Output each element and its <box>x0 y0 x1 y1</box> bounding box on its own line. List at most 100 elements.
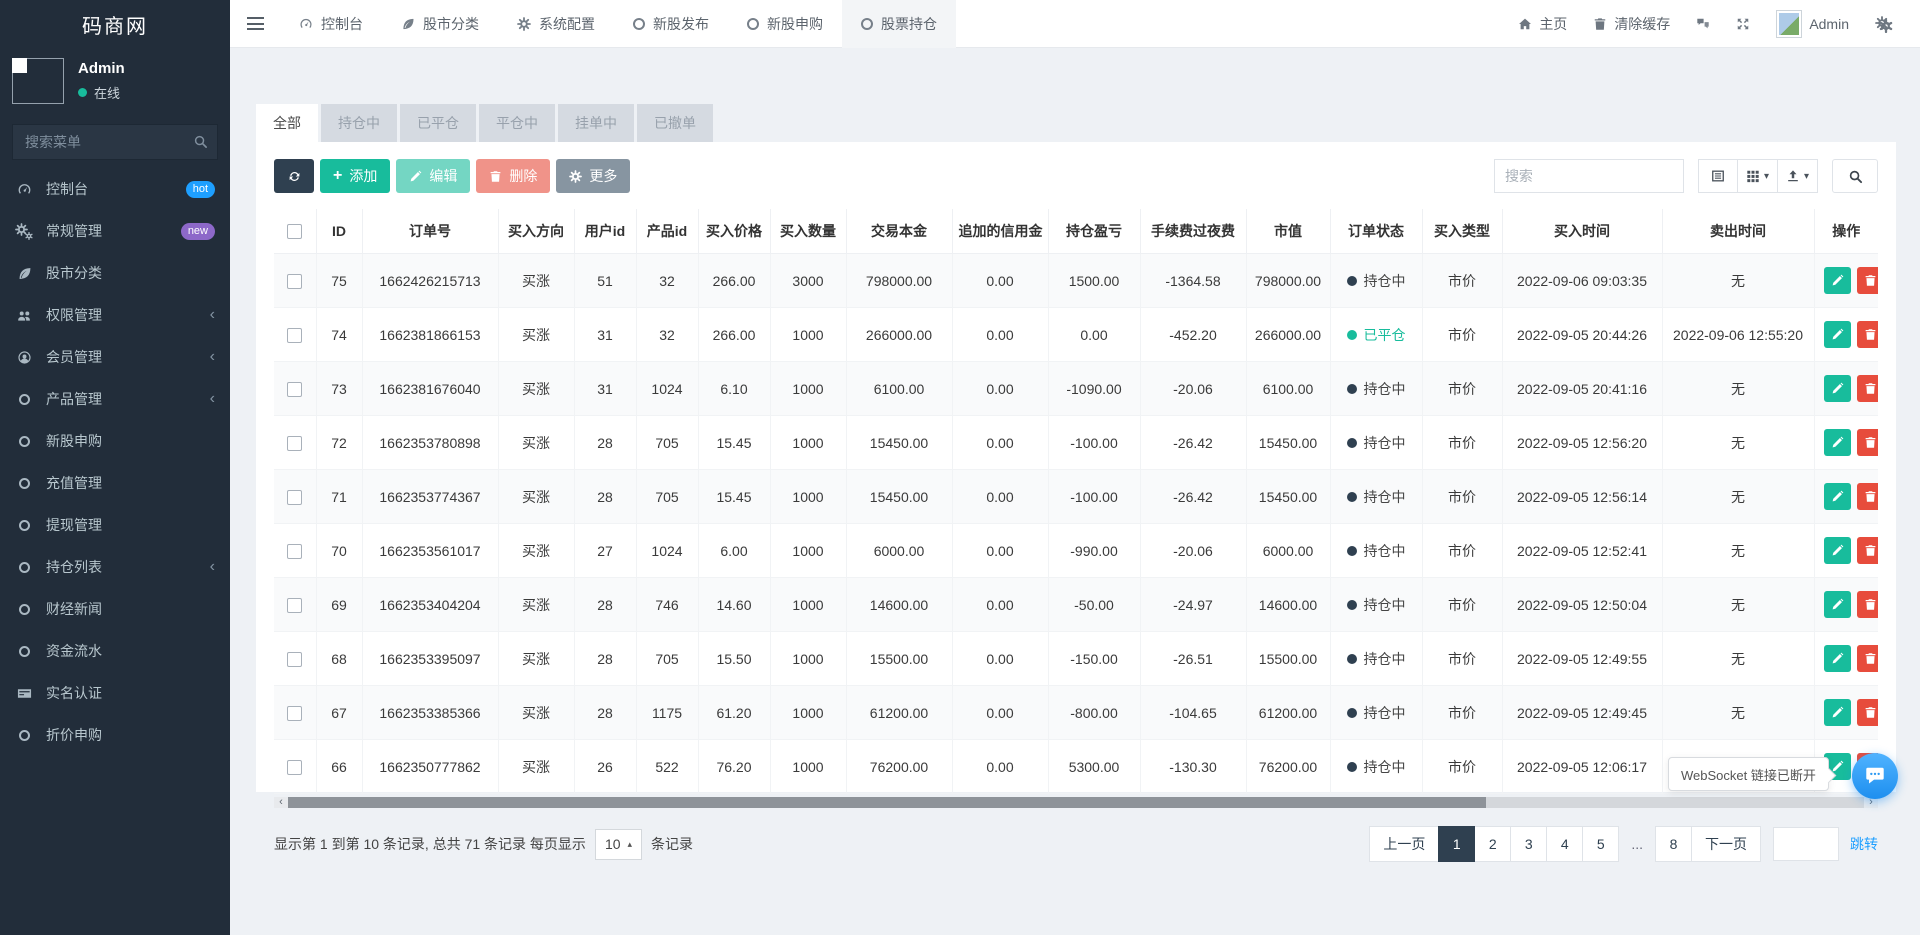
tab-all[interactable]: 全部 <box>256 104 318 142</box>
topnav-ipo-publish[interactable]: 新股发布 <box>614 0 728 48</box>
sidebar-item-dashboard[interactable]: 控制台 hot <box>0 168 230 210</box>
row-delete-button[interactable] <box>1857 375 1879 402</box>
row-delete-button[interactable] <box>1857 699 1879 726</box>
page-button-2[interactable]: 2 <box>1474 826 1511 862</box>
topnav-dashboard[interactable]: 控制台 <box>280 0 382 48</box>
sidebar-item-discount-subscribe[interactable]: 折价申购 <box>0 714 230 756</box>
edit-button[interactable]: 编辑 <box>396 159 470 193</box>
sidebar-item-market-category[interactable]: 股市分类 <box>0 252 230 294</box>
row-edit-button[interactable] <box>1824 537 1851 564</box>
row-delete-button[interactable] <box>1857 537 1879 564</box>
jump-page-button[interactable]: 跳转 <box>1850 834 1878 854</box>
settings-button[interactable] <box>1862 0 1906 48</box>
scrollbar-thumb[interactable] <box>288 797 1486 808</box>
chat-fab-button[interactable] <box>1852 753 1898 799</box>
prev-page-button[interactable]: 上一页 <box>1369 826 1439 862</box>
row-checkbox[interactable] <box>287 706 302 721</box>
row-delete-button[interactable] <box>1857 645 1879 672</box>
sidebar-item-ipo-subscribe[interactable]: 新股申购 <box>0 420 230 462</box>
row-checkbox[interactable] <box>287 274 302 289</box>
scroll-left-icon[interactable]: ‹ <box>274 797 288 808</box>
row-delete-button[interactable] <box>1857 267 1879 294</box>
header-sell-time[interactable]: 卖出时间 <box>1662 209 1814 254</box>
row-delete-button[interactable] <box>1857 483 1879 510</box>
clear-cache-button[interactable]: 清除缓存 <box>1580 0 1683 48</box>
fullscreen-button[interactable] <box>1723 0 1763 48</box>
page-button-4[interactable]: 4 <box>1546 826 1583 862</box>
row-checkbox[interactable] <box>287 760 302 775</box>
header-fee[interactable]: 手续费过夜费 <box>1140 209 1246 254</box>
row-checkbox[interactable] <box>287 544 302 559</box>
sidebar-item-members[interactable]: 会员管理 ‹ <box>0 336 230 378</box>
topnav-ipo-subscribe[interactable]: 新股申购 <box>728 0 842 48</box>
select-all-checkbox[interactable] <box>287 224 302 239</box>
tab-closing[interactable]: 平仓中 <box>479 104 555 142</box>
topnav-system-config[interactable]: 系统配置 <box>498 0 614 48</box>
header-buy-qty[interactable]: 买入数量 <box>770 209 846 254</box>
row-checkbox[interactable] <box>287 382 302 397</box>
sidebar-item-general[interactable]: 常规管理 new <box>0 210 230 252</box>
sidebar-item-recharge[interactable]: 充值管理 <box>0 462 230 504</box>
tab-pending[interactable]: 挂单中 <box>558 104 634 142</box>
row-edit-button[interactable] <box>1824 375 1851 402</box>
row-edit-button[interactable] <box>1824 267 1851 294</box>
row-checkbox[interactable] <box>287 490 302 505</box>
brand-logo[interactable]: 码商网 <box>0 0 230 48</box>
export-button[interactable]: ▾ <box>1777 159 1818 193</box>
more-button[interactable]: 更多 <box>556 159 630 193</box>
jump-page-input[interactable] <box>1773 827 1839 861</box>
header-user-id[interactable]: 用户id <box>574 209 636 254</box>
header-product-id[interactable]: 产品id <box>636 209 698 254</box>
sidebar-search-input[interactable] <box>12 124 218 160</box>
home-button[interactable]: 主页 <box>1505 0 1580 48</box>
page-button-3[interactable]: 3 <box>1510 826 1547 862</box>
sidebar-item-permissions[interactable]: 权限管理 ‹ <box>0 294 230 336</box>
add-button[interactable]: +添加 <box>320 159 390 193</box>
row-edit-button[interactable] <box>1824 429 1851 456</box>
header-principal[interactable]: 交易本金 <box>846 209 952 254</box>
sidebar-item-positions[interactable]: 持仓列表 ‹ <box>0 546 230 588</box>
header-market-value[interactable]: 市值 <box>1246 209 1330 254</box>
horizontal-scrollbar[interactable]: ‹ › <box>274 797 1878 808</box>
sidebar-item-withdraw[interactable]: 提现管理 <box>0 504 230 546</box>
row-delete-button[interactable] <box>1857 321 1879 348</box>
header-buy-type[interactable]: 买入类型 <box>1422 209 1502 254</box>
table-search-input[interactable] <box>1494 159 1684 193</box>
header-buy-time[interactable]: 买入时间 <box>1502 209 1662 254</box>
row-edit-button[interactable] <box>1824 645 1851 672</box>
row-checkbox[interactable] <box>287 598 302 613</box>
row-edit-button[interactable] <box>1824 483 1851 510</box>
row-delete-button[interactable] <box>1857 429 1879 456</box>
header-credit[interactable]: 追加的信用金 <box>952 209 1048 254</box>
next-page-button[interactable]: 下一页 <box>1691 826 1761 862</box>
detail-view-button[interactable] <box>1698 159 1738 193</box>
sidebar-item-identity-verify[interactable]: 实名认证 <box>0 672 230 714</box>
sidebar-item-finance-news[interactable]: 财经新闻 <box>0 588 230 630</box>
header-status[interactable]: 订单状态 <box>1330 209 1422 254</box>
row-edit-button[interactable] <box>1824 321 1851 348</box>
row-delete-button[interactable] <box>1857 591 1879 618</box>
header-order-no[interactable]: 订单号 <box>362 209 498 254</box>
topnav-stock-positions[interactable]: 股票持仓 <box>842 0 956 48</box>
scrollbar-track[interactable] <box>288 797 1864 808</box>
refresh-button[interactable] <box>274 159 314 193</box>
menu-toggle-icon[interactable] <box>230 0 280 48</box>
header-id[interactable]: ID <box>316 209 362 254</box>
row-edit-button[interactable] <box>1824 591 1851 618</box>
page-size-select[interactable]: 10▴ <box>595 829 642 860</box>
tab-cancelled[interactable]: 已撤单 <box>637 104 713 142</box>
tab-closed[interactable]: 已平仓 <box>400 104 476 142</box>
row-edit-button[interactable] <box>1824 699 1851 726</box>
header-direction[interactable]: 买入方向 <box>498 209 574 254</box>
sidebar-item-products[interactable]: 产品管理 ‹ <box>0 378 230 420</box>
tab-holding[interactable]: 持仓中 <box>321 104 397 142</box>
advanced-search-button[interactable] <box>1832 159 1878 193</box>
sidebar-item-fund-flow[interactable]: 资金流水 <box>0 630 230 672</box>
delete-button[interactable]: 删除 <box>476 159 550 193</box>
row-checkbox[interactable] <box>287 328 302 343</box>
header-buy-price[interactable]: 买入价格 <box>698 209 770 254</box>
columns-button[interactable]: ▾ <box>1737 159 1778 193</box>
page-button-5[interactable]: 5 <box>1582 826 1619 862</box>
language-button[interactable] <box>1683 0 1723 48</box>
header-profit[interactable]: 持仓盈亏 <box>1048 209 1140 254</box>
